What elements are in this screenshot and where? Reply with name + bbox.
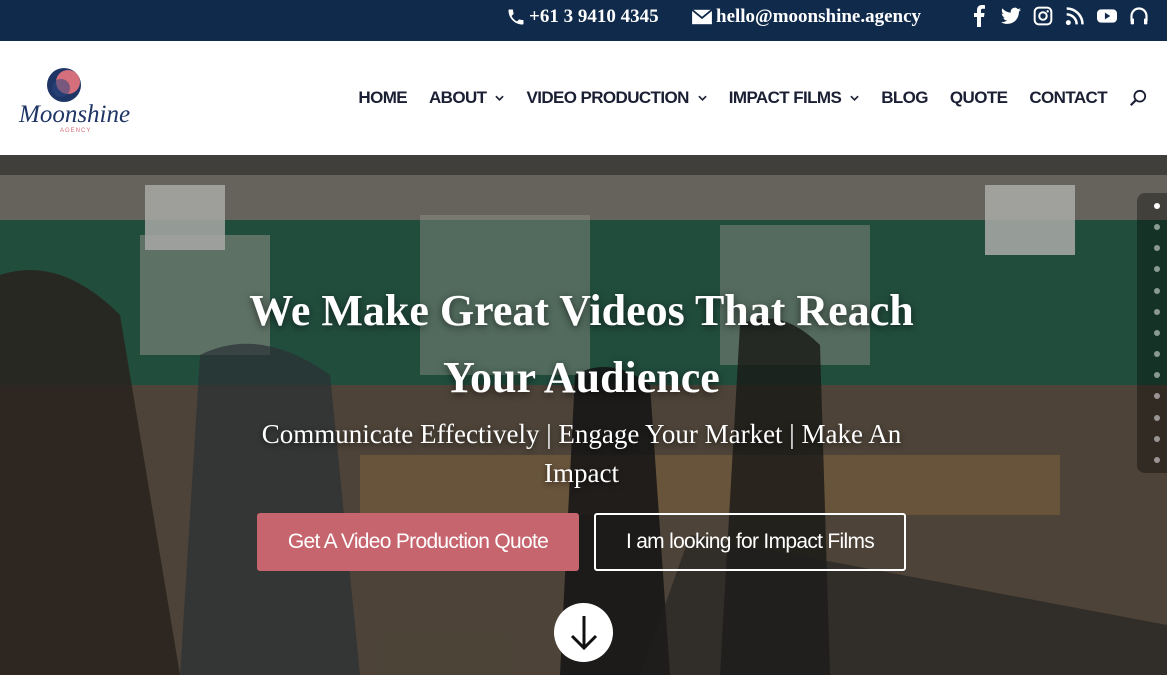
nav-impact-films[interactable]: IMPACT FILMS bbox=[729, 83, 859, 113]
section-dot[interactable] bbox=[1154, 435, 1160, 442]
section-dot[interactable] bbox=[1154, 456, 1160, 463]
section-dot[interactable] bbox=[1154, 287, 1160, 294]
nav-quote-label: QUOTE bbox=[949, 88, 1008, 107]
section-dot[interactable] bbox=[1154, 329, 1160, 336]
phone-icon bbox=[508, 9, 524, 24]
nav-contact[interactable]: CONTACT bbox=[1029, 83, 1107, 113]
facebook-icon[interactable] bbox=[969, 5, 989, 27]
hero-subtitle: Communicate Effectively | Engage Your Ma… bbox=[200, 415, 963, 493]
moonshine-logo[interactable]: Moonshine AGENCY bbox=[18, 66, 130, 136]
nav-contact-label: CONTACT bbox=[1029, 88, 1107, 107]
twitter-icon[interactable] bbox=[1001, 5, 1021, 27]
hero-title-line-2: Your Audience bbox=[443, 353, 720, 402]
nav-home-label: HOME bbox=[358, 88, 407, 107]
site-header: Moonshine AGENCY HOME ABOUT VIDEO PRODUC… bbox=[0, 41, 1167, 155]
section-dot-navigation bbox=[1137, 193, 1167, 473]
section-dot[interactable] bbox=[1154, 266, 1160, 273]
svg-text:Moonshine: Moonshine bbox=[18, 101, 130, 128]
social-links bbox=[969, 2, 1149, 30]
chevron-down-icon bbox=[698, 95, 707, 101]
section-dot[interactable] bbox=[1154, 224, 1160, 231]
phone-number: +61 3 9410 4345 bbox=[529, 5, 659, 27]
rss-icon[interactable] bbox=[1065, 5, 1085, 27]
envelope-icon bbox=[691, 8, 713, 24]
section-dot[interactable] bbox=[1154, 351, 1160, 358]
section-dot[interactable] bbox=[1154, 393, 1160, 400]
search-icon[interactable] bbox=[1129, 89, 1147, 107]
nav-home[interactable]: HOME bbox=[358, 83, 407, 113]
main-nav: HOME ABOUT VIDEO PRODUCTION IMPACT FILMS… bbox=[358, 41, 1167, 155]
hero-title: We Make Great Videos That Reach Your Aud… bbox=[160, 277, 1003, 411]
hero-section: We Make Great Videos That Reach Your Aud… bbox=[0, 155, 1167, 675]
nav-quote[interactable]: QUOTE bbox=[949, 83, 1008, 113]
section-dot[interactable] bbox=[1154, 414, 1160, 421]
section-dot[interactable] bbox=[1154, 203, 1160, 209]
email-address: hello@moonshine.agency bbox=[716, 5, 922, 27]
nav-about[interactable]: ABOUT bbox=[429, 83, 505, 113]
nav-blog[interactable]: BLOG bbox=[881, 83, 928, 113]
arrow-down-icon bbox=[570, 615, 597, 650]
impact-films-button[interactable]: I am looking for Impact Films bbox=[594, 513, 906, 571]
email-link[interactable]: hello@moonshine.agency bbox=[691, 0, 921, 33]
phone-link[interactable]: +61 3 9410 4345 bbox=[506, 0, 659, 33]
youtube-icon[interactable] bbox=[1097, 5, 1117, 27]
section-dot[interactable] bbox=[1154, 372, 1160, 379]
nav-video-production-label: VIDEO PRODUCTION bbox=[526, 88, 689, 107]
nav-video-production[interactable]: VIDEO PRODUCTION bbox=[526, 83, 707, 113]
podcast-icon[interactable] bbox=[1129, 5, 1149, 27]
scroll-down-button[interactable] bbox=[554, 603, 613, 662]
hero-subtitle-line-2: Impact bbox=[544, 458, 619, 488]
video-quote-button[interactable]: Get A Video Production Quote bbox=[257, 513, 579, 571]
instagram-icon[interactable] bbox=[1033, 5, 1053, 27]
top-bar: +61 3 9410 4345 hello@moonshine.agency bbox=[0, 0, 1167, 41]
nav-impact-films-label: IMPACT FILMS bbox=[728, 88, 842, 107]
nav-about-label: ABOUT bbox=[429, 88, 487, 107]
section-dot[interactable] bbox=[1154, 245, 1160, 252]
svg-text:AGENCY: AGENCY bbox=[60, 128, 91, 134]
chevron-down-icon bbox=[850, 95, 859, 101]
section-dot[interactable] bbox=[1154, 308, 1160, 315]
hero-title-line-1: We Make Great Videos That Reach bbox=[249, 286, 914, 335]
hero-subtitle-line-1: Communicate Effectively | Engage Your Ma… bbox=[261, 419, 902, 449]
chevron-down-icon bbox=[495, 95, 505, 101]
nav-blog-label: BLOG bbox=[881, 88, 928, 107]
